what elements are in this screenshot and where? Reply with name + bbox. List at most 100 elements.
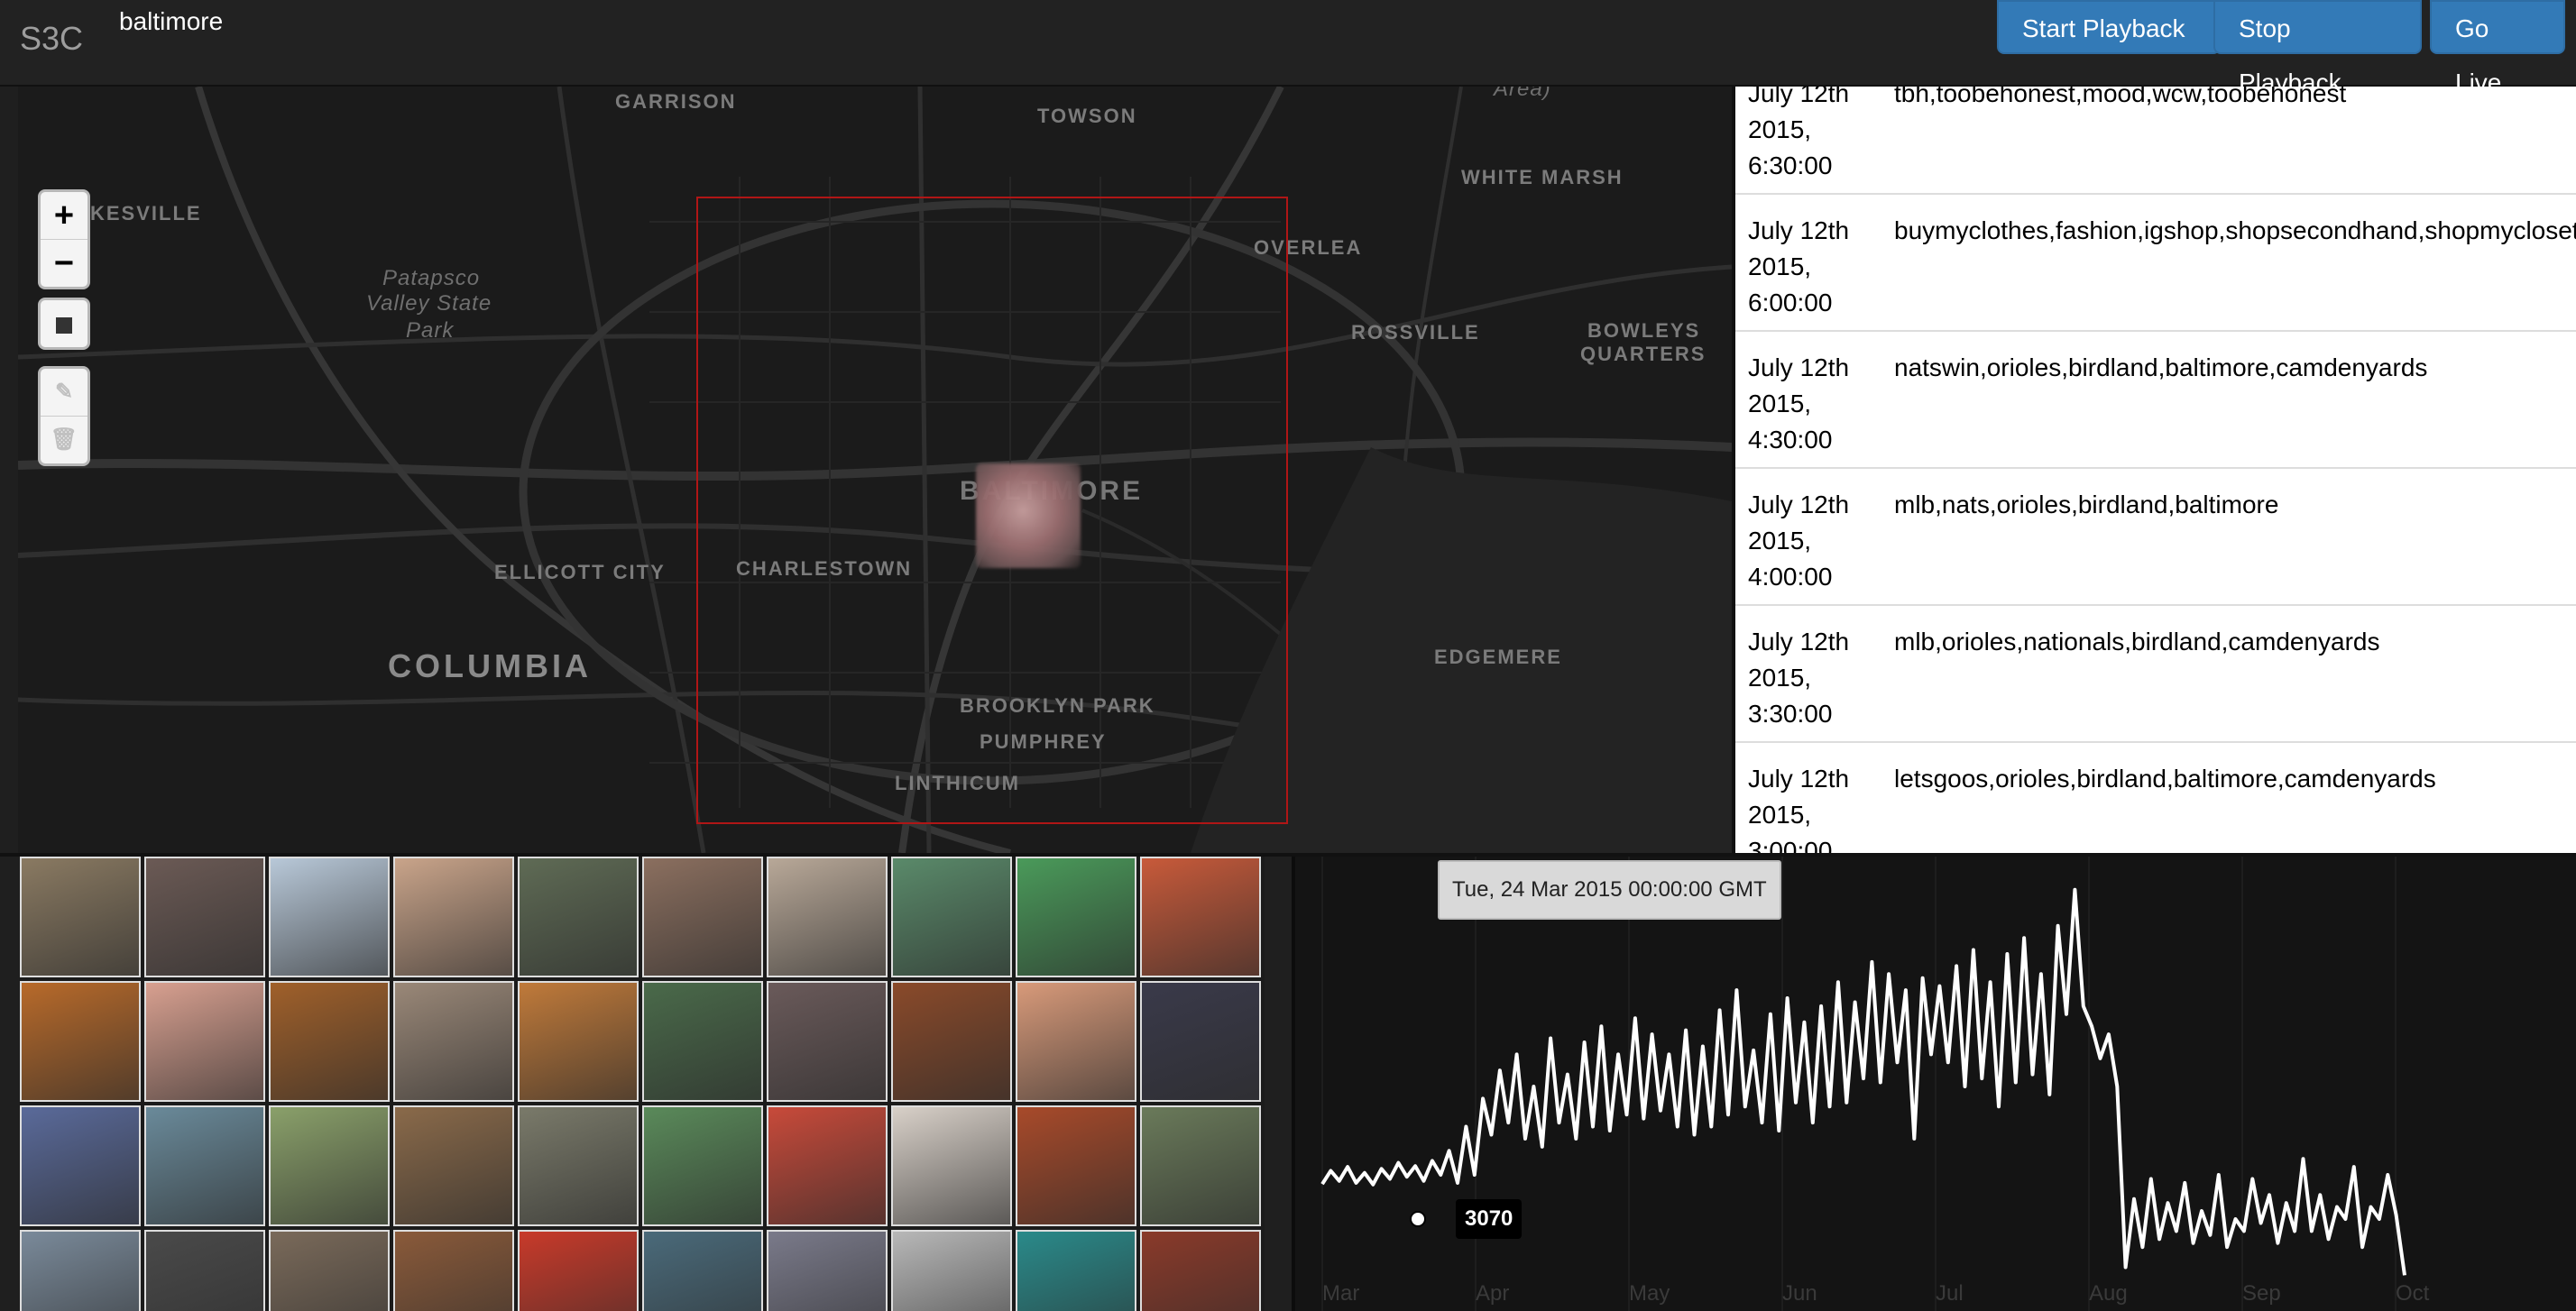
map-label-patapsco-2: Valley State xyxy=(366,291,492,316)
feed-clock: 6:00:00 xyxy=(1748,289,1833,316)
photo-thumbnail[interactable] xyxy=(269,857,390,977)
photo-thumbnail[interactable] xyxy=(393,981,514,1102)
feed-tags: mlb,orioles,nationals,birdland,camdenyar… xyxy=(1894,628,2380,656)
map-label-area: Area) xyxy=(1494,87,1551,101)
top-navbar: S3C baltimore Start Playback Stop Playba… xyxy=(0,0,2576,96)
edit-layers-button[interactable]: ✎ xyxy=(41,369,87,417)
feed-year: 2015, xyxy=(1748,390,1812,417)
x-tick-label: Jul xyxy=(1936,1281,1964,1306)
photo-thumbnail[interactable] xyxy=(891,857,1012,977)
feed-divider xyxy=(1732,87,1735,853)
photo-thumbnail[interactable] xyxy=(393,1230,514,1311)
draw-rectangle-button[interactable] xyxy=(41,300,87,347)
photo-thumbnail[interactable] xyxy=(269,981,390,1102)
feed-clock: 4:00:00 xyxy=(1748,563,1833,591)
photo-thumbnail[interactable] xyxy=(891,981,1012,1102)
photo-thumbnail[interactable] xyxy=(518,1105,639,1226)
x-tick-label: Aug xyxy=(2089,1281,2128,1306)
x-tick-label: May xyxy=(1629,1281,1670,1306)
timeline-chart[interactable]: Mar Apr May Jun Jul Aug Sep Oct Tue, 24 Mar 201… xyxy=(1292,857,2576,1311)
feed-row[interactable]: July 12th 2015, 3:30:00 mlb,orioles,nati… xyxy=(1732,606,2576,743)
chart-tooltip: Tue, 24 Mar 2015 00:00:00 GMT xyxy=(1438,860,1781,920)
photo-thumbnail[interactable] xyxy=(393,1105,514,1226)
photo-thumbnail[interactable] xyxy=(891,1230,1012,1311)
feed-clock: 3:30:00 xyxy=(1748,700,1833,728)
photo-thumbnail[interactable] xyxy=(1016,857,1136,977)
photo-cluster-marker[interactable] xyxy=(976,463,1081,568)
feed-year: 2015, xyxy=(1748,664,1812,692)
photo-thumbnail[interactable] xyxy=(144,857,265,977)
map-label-ellicott-city: ELLICOTT CITY xyxy=(494,561,666,583)
photo-thumbnail[interactable] xyxy=(1140,981,1261,1102)
feed-year: 2015, xyxy=(1748,252,1812,280)
photo-thumbnail[interactable] xyxy=(1016,1105,1136,1226)
photo-thumbnail[interactable] xyxy=(20,857,141,977)
photo-thumbnail[interactable] xyxy=(767,981,888,1102)
feed-row[interactable]: July 12th 2015, 4:00:00 mlb,nats,orioles… xyxy=(1732,469,2576,606)
edit-icon: ✎ xyxy=(54,380,74,404)
photo-thumbnail[interactable] xyxy=(1140,1230,1261,1311)
photo-thumbnail[interactable] xyxy=(767,857,888,977)
photo-thumbnail[interactable] xyxy=(393,857,514,977)
photo-thumbnail[interactable] xyxy=(642,857,763,977)
feed-row[interactable]: July 12th 2015, 6:30:00 tbh,toobehonest,… xyxy=(1732,87,2576,195)
map-label-quarters: QUARTERS xyxy=(1580,343,1707,365)
photo-thumbnail[interactable] xyxy=(518,1230,639,1311)
feed-date: July 12th xyxy=(1748,765,1850,793)
zoom-controls: + − xyxy=(38,189,90,289)
zoom-out-button[interactable]: − xyxy=(41,240,87,287)
photo-thumbnail[interactable] xyxy=(144,1105,265,1226)
x-tick-label: Jun xyxy=(1782,1281,1817,1306)
feed-tags: natswin,orioles,birdland,baltimore,camde… xyxy=(1894,353,2428,381)
feed-row[interactable]: July 12th 2015, 4:30:00 natswin,orioles,… xyxy=(1732,332,2576,469)
photo-thumbnail[interactable] xyxy=(642,1105,763,1226)
map-label-patapsco-1: Patapsco xyxy=(382,266,481,290)
brand-logo[interactable]: S3C xyxy=(20,20,83,58)
photo-grid xyxy=(20,857,1265,1311)
x-tick-label: Oct xyxy=(2396,1281,2430,1306)
map-label-white-marsh: WHITE MARSH xyxy=(1461,166,1624,188)
photo-thumbnail[interactable] xyxy=(1140,857,1261,977)
feed-year: 2015, xyxy=(1748,527,1812,555)
map-label-columbia: COLUMBIA xyxy=(388,647,592,684)
photo-thumbnail[interactable] xyxy=(767,1230,888,1311)
photo-thumbnail[interactable] xyxy=(1140,1105,1261,1226)
chart-value-label: 3070 xyxy=(1456,1199,1523,1239)
x-tick-label: Apr xyxy=(1476,1281,1509,1306)
feed-clock: 4:30:00 xyxy=(1748,426,1833,454)
photo-thumbnail[interactable] xyxy=(1016,1230,1136,1311)
feed-row[interactable]: July 12th 2015, 6:00:00 buymyclothes,fas… xyxy=(1732,195,2576,332)
stop-playback-button[interactable]: Stop Playback xyxy=(2213,0,2422,96)
feed-date: July 12th xyxy=(1748,216,1850,244)
photo-thumbnail[interactable] xyxy=(518,857,639,977)
feed-tags: tbh,toobehonest,mood,wcw,toobehonest xyxy=(1894,87,2347,107)
photo-thumbnail[interactable] xyxy=(642,981,763,1102)
feed-clock: 6:30:00 xyxy=(1748,151,1833,179)
photo-thumbnail[interactable] xyxy=(518,981,639,1102)
feed-date: July 12th xyxy=(1748,628,1850,656)
feed-date: July 12th xyxy=(1748,87,1850,107)
photo-thumbnail[interactable] xyxy=(20,1230,141,1311)
x-tick-label: Mar xyxy=(1322,1281,1359,1306)
photo-thumbnail[interactable] xyxy=(767,1105,888,1226)
map-view[interactable]: GARRISON TOWSON Area) WHITE MARSH KESVIL… xyxy=(18,87,1732,853)
photo-thumbnail[interactable] xyxy=(144,981,265,1102)
feed-row[interactable]: July 12th 2015, 3:00:00 letsgoos,orioles… xyxy=(1732,743,2576,853)
feed-clock: 3:00:00 xyxy=(1748,837,1833,853)
photo-thumbnail[interactable] xyxy=(1016,981,1136,1102)
map-label-patapsco-3: Park xyxy=(406,318,455,343)
delete-layers-button[interactable]: 🗑 xyxy=(41,417,87,463)
photo-thumbnail[interactable] xyxy=(891,1105,1012,1226)
start-playback-button[interactable]: Start Playback xyxy=(1997,0,2221,54)
photo-thumbnail[interactable] xyxy=(642,1230,763,1311)
photo-thumbnail[interactable] xyxy=(269,1230,390,1311)
photo-thumbnail[interactable] xyxy=(144,1230,265,1311)
map-label-towson: TOWSON xyxy=(1037,105,1137,127)
go-live-button[interactable]: Go Live xyxy=(2430,0,2565,96)
zoom-in-button[interactable]: + xyxy=(41,192,87,240)
photo-thumbnail[interactable] xyxy=(20,1105,141,1226)
photo-thumbnail[interactable] xyxy=(269,1105,390,1226)
post-feed[interactable]: July 12th 2015, 6:30:00 tbh,toobehonest,… xyxy=(1732,87,2576,853)
feed-tags: letsgoos,orioles,birdland,baltimore,camd… xyxy=(1894,765,2436,793)
photo-thumbnail[interactable] xyxy=(20,981,141,1102)
